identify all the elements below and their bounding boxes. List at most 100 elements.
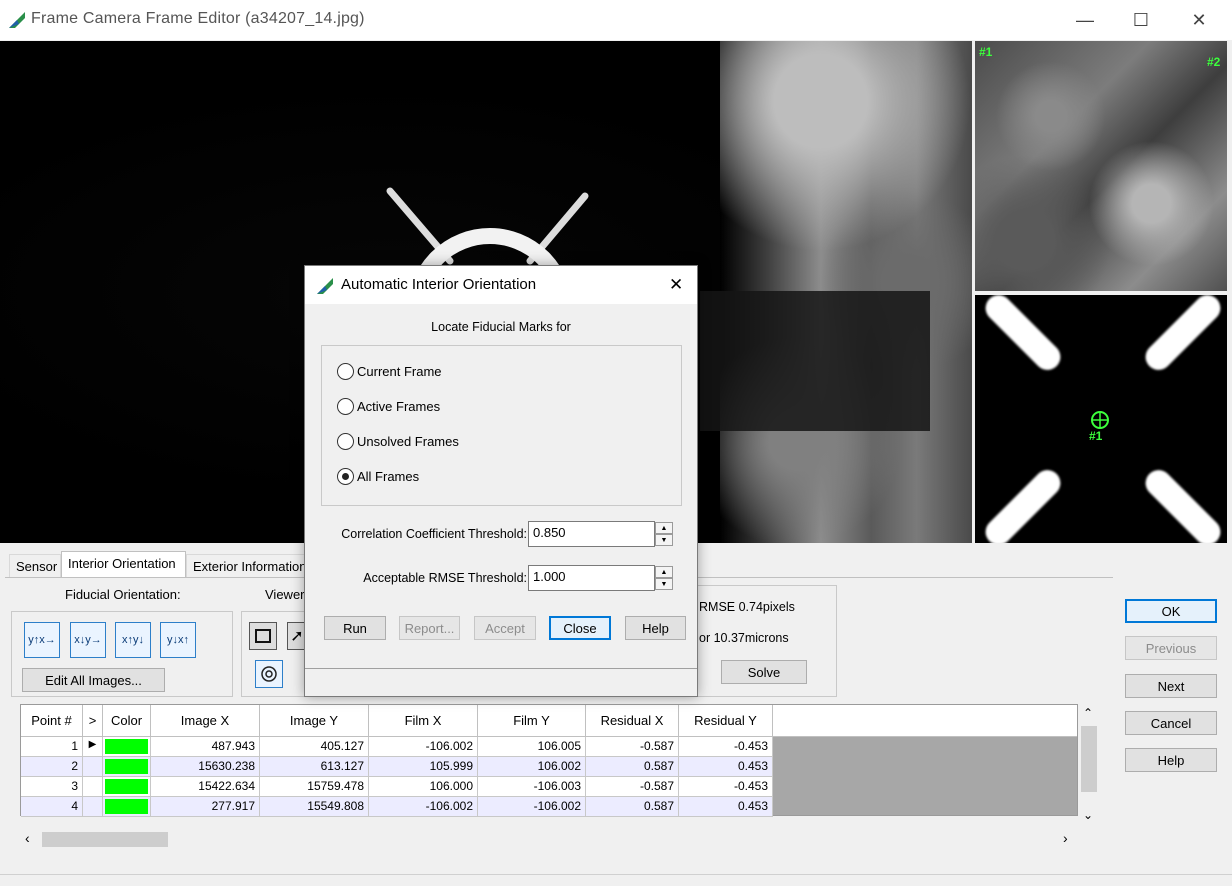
table-cell-res-y[interactable]: 0.453 [679, 757, 773, 777]
report-button[interactable]: Report... [399, 616, 460, 640]
table-cell-res-x[interactable]: -0.587 [586, 737, 679, 757]
current-row-marker-icon[interactable] [83, 757, 103, 777]
help-button[interactable]: Help [1125, 748, 1217, 772]
fiducial-bar-tl [980, 295, 1066, 376]
orientation-button-3[interactable]: x↑y↓ [115, 622, 151, 658]
table-header-col-film-y[interactable]: Film Y [478, 705, 586, 737]
radio-circle-all[interactable] [337, 468, 354, 485]
minimize-button[interactable]: — [1056, 0, 1114, 40]
scroll-left-icon[interactable]: ‹ [25, 830, 30, 846]
table-cell-image-y[interactable]: 15549.808 [260, 797, 369, 817]
table-cell-image-y[interactable]: 405.127 [260, 737, 369, 757]
table-cell-film-x[interactable]: -106.002 [369, 737, 478, 757]
table-cell-color[interactable] [103, 777, 151, 797]
dialog-help-button[interactable]: Help [625, 616, 686, 640]
cancel-button[interactable]: Cancel [1125, 711, 1217, 735]
spin-up-icon[interactable]: ▲ [655, 522, 673, 534]
table-cell-color[interactable] [103, 757, 151, 777]
table-header-col-film-x[interactable]: Film X [369, 705, 478, 737]
table-cell-film-y[interactable]: -106.002 [478, 797, 586, 817]
rmse-threshold-spinner[interactable]: ▲ ▼ [655, 566, 673, 590]
accept-button[interactable]: Accept [474, 616, 536, 640]
next-button[interactable]: Next [1125, 674, 1217, 698]
table-cell-res-x[interactable]: 0.587 [586, 757, 679, 777]
fiducial-table[interactable]: Point # > Color Image X Image Y Film X Film YR… [20, 704, 1078, 817]
table-cell-image-y[interactable]: 613.127 [260, 757, 369, 777]
table-cell-film-x[interactable]: -106.002 [369, 797, 478, 817]
vertical-scroll-thumb[interactable] [1081, 726, 1097, 792]
table-header-col-point[interactable]: Point # [21, 705, 83, 737]
table-cell-res-y[interactable]: 0.453 [679, 797, 773, 817]
table-vertical-scrollbar[interactable]: ⌃ ⌄ [1079, 704, 1099, 828]
table-cell-color[interactable] [103, 737, 151, 757]
rmse-threshold-input[interactable]: 1.000 [528, 565, 655, 591]
current-row-marker-icon[interactable] [83, 777, 103, 797]
spin-down-icon[interactable]: ▼ [655, 534, 673, 546]
table-header-col-image-y[interactable]: Image Y [260, 705, 369, 737]
table-horizontal-scrollbar[interactable]: ‹ › [20, 828, 1078, 850]
previous-button[interactable]: Previous [1125, 636, 1217, 660]
table-cell-image-x[interactable]: 15630.238 [151, 757, 260, 777]
overview-viewer[interactable]: #1 #2 [975, 41, 1227, 291]
table-cell-image-x[interactable]: 15422.634 [151, 777, 260, 797]
table-header-col-residual-y[interactable]: Residual Y [679, 705, 773, 737]
orientation-button-4[interactable]: y↓x↑ [160, 622, 196, 658]
table-header-col-color[interactable]: Color [103, 705, 151, 737]
table-cell-film-x[interactable]: 106.000 [369, 777, 478, 797]
horizontal-scroll-thumb[interactable] [42, 832, 168, 847]
edit-all-images-button[interactable]: Edit All Images... [22, 668, 165, 692]
table-header-col-marker[interactable]: > [83, 705, 103, 737]
current-row-marker-icon[interactable]: ▶ [83, 737, 103, 757]
table-cell-res-x[interactable]: -0.587 [586, 777, 679, 797]
tab-interior-orientation[interactable]: Interior Orientation [61, 551, 186, 578]
dialog-close-button[interactable]: ✕ [669, 275, 683, 295]
correlation-threshold-input[interactable]: 0.850 [528, 521, 655, 547]
close-button[interactable]: ✕ [1170, 0, 1228, 40]
table-cell-film-x[interactable]: 105.999 [369, 757, 478, 777]
correlation-threshold-spinner[interactable]: ▲ ▼ [655, 522, 673, 546]
table-cell-res-x[interactable]: 0.587 [586, 797, 679, 817]
orientation-button-1[interactable]: y↑x→ [24, 622, 60, 658]
run-button[interactable]: Run [324, 616, 386, 640]
radio-all-frames[interactable]: All Frames [337, 468, 419, 485]
radio-active-frames[interactable]: Active Frames [337, 398, 440, 415]
ok-button[interactable]: OK [1125, 599, 1217, 623]
target-tool-button[interactable] [255, 660, 283, 688]
table-cell-color[interactable] [103, 797, 151, 817]
tab-sensor[interactable]: Sensor [9, 554, 61, 578]
scroll-right-icon[interactable]: › [1063, 830, 1068, 846]
table-cell-image-x[interactable]: 277.917 [151, 797, 260, 817]
scroll-down-icon[interactable]: ⌄ [1083, 808, 1093, 822]
table-cell-film-y[interactable]: 106.002 [478, 757, 586, 777]
tab-exterior-information[interactable]: Exterior Information [186, 554, 306, 578]
zoom-viewer[interactable]: #1 [975, 295, 1227, 543]
table-cell-point[interactable]: 2 [21, 757, 83, 777]
table-cell-point[interactable]: 1 [21, 737, 83, 757]
radio-current-frame[interactable]: Current Frame [337, 363, 442, 380]
radio-circle-current[interactable] [337, 363, 354, 380]
dialog-close-action-button[interactable]: Close [549, 616, 611, 640]
scroll-up-icon[interactable]: ⌃ [1083, 706, 1093, 720]
table-cell-image-x[interactable]: 487.943 [151, 737, 260, 757]
solve-button[interactable]: Solve [721, 660, 807, 684]
table-header-col-residual-x[interactable]: Residual X [586, 705, 679, 737]
table-cell-res-y[interactable]: -0.453 [679, 737, 773, 757]
table-cell-res-y[interactable]: -0.453 [679, 777, 773, 797]
table-cell-film-y[interactable]: 106.005 [478, 737, 586, 757]
radio-circle-unsolved[interactable] [337, 433, 354, 450]
table-cell-film-y[interactable]: -106.003 [478, 777, 586, 797]
spin-down-icon[interactable]: ▼ [655, 578, 673, 590]
fiducial-bar-bl [980, 464, 1066, 543]
table-cell-point[interactable]: 4 [21, 797, 83, 817]
viewer-frame-button[interactable] [249, 622, 277, 650]
maximize-button[interactable]: ☐ [1112, 0, 1170, 40]
table-cell-image-y[interactable]: 15759.478 [260, 777, 369, 797]
table-header-col-image-x[interactable]: Image X [151, 705, 260, 737]
table-cell-point[interactable]: 3 [21, 777, 83, 797]
current-row-marker-icon[interactable] [83, 797, 103, 817]
viewer-label: Viewer [265, 587, 305, 602]
radio-circle-active[interactable] [337, 398, 354, 415]
spin-up-icon[interactable]: ▲ [655, 566, 673, 578]
orientation-button-2[interactable]: x↓y→ [70, 622, 106, 658]
radio-unsolved-frames[interactable]: Unsolved Frames [337, 433, 459, 450]
